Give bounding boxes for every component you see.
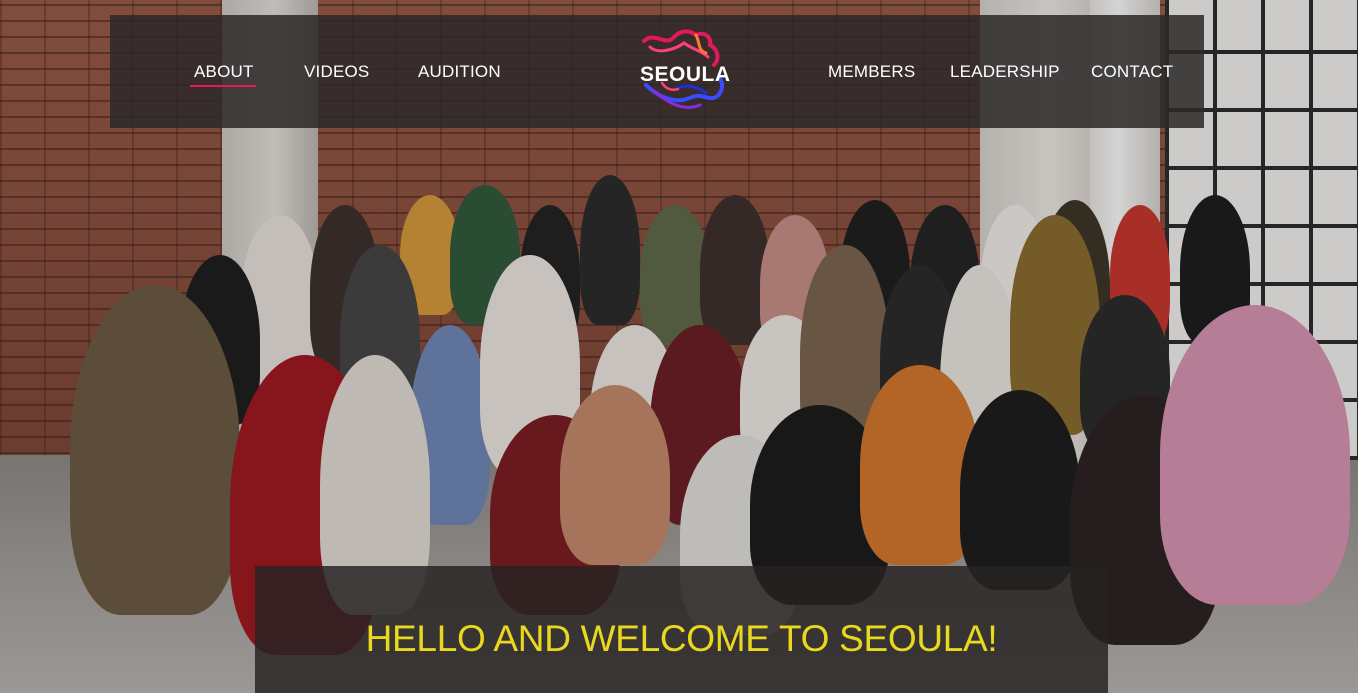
nav-link-audition[interactable]: AUDITION	[418, 62, 501, 82]
welcome-heading: HELLO AND WELCOME TO SEOULA!	[365, 618, 998, 659]
hero-section: ABOUT VIDEOS AUDITION SEOULA MEMBERS LEA…	[0, 0, 1358, 693]
nav-link-about[interactable]: ABOUT	[190, 62, 256, 87]
nav-link-contact[interactable]: CONTACT	[1091, 62, 1173, 82]
nav-link-leadership[interactable]: LEADERSHIP	[950, 62, 1060, 82]
main-navbar: ABOUT VIDEOS AUDITION SEOULA MEMBERS LEA…	[110, 15, 1204, 128]
logo-text: SEOULA	[640, 63, 731, 86]
nav-link-videos[interactable]: VIDEOS	[304, 62, 369, 82]
seoula-logo[interactable]: SEOULA	[636, 27, 732, 115]
welcome-banner: HELLO AND WELCOME TO SEOULA!	[255, 566, 1108, 693]
nav-link-members[interactable]: MEMBERS	[828, 62, 915, 82]
